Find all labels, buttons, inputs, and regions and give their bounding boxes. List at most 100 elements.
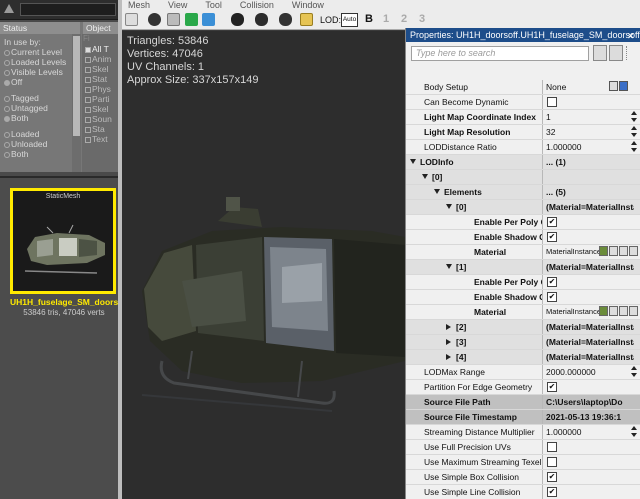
browse-icon[interactable] [609,246,618,256]
status-column-header[interactable]: Status [0,22,80,34]
property-row[interactable]: LODMax Range 2000.000000 [406,365,640,380]
tag-option[interactable]: Untagged [0,103,72,113]
column-divider[interactable] [542,335,543,349]
column-divider[interactable] [542,170,543,184]
property-value[interactable]: 2000.000000 [546,365,634,379]
property-checkbox[interactable]: ✔ [547,217,557,227]
menu-view[interactable]: View [168,1,187,10]
property-value[interactable]: 2021-05-13 19:36:1 [546,410,634,424]
column-divider[interactable] [542,95,543,109]
object-type-option[interactable]: Parti [82,94,118,104]
object-type-option[interactable]: Skel [82,104,118,114]
property-checkbox[interactable] [547,97,557,107]
close-icon[interactable]: ✕ [627,29,637,41]
in-use-option[interactable]: Off [0,77,72,87]
browse-icon[interactable] [609,306,618,316]
expand-arrow-icon[interactable] [446,324,451,330]
property-row[interactable]: Light Map Resolution 32 [406,125,640,140]
lod-1-button[interactable]: 1 [383,13,389,25]
collision-icon[interactable] [185,13,198,26]
clear-search-icon[interactable] [609,45,623,61]
column-divider[interactable] [542,230,543,244]
object-type-column-header[interactable]: Object [83,22,118,34]
spinner-arrows-icon[interactable] [631,111,638,123]
column-divider[interactable] [542,290,543,304]
menu-tool[interactable]: Tool [205,1,222,10]
property-value[interactable]: 1.000000 [546,140,634,154]
load-option[interactable]: Both [0,149,72,159]
view-mode-icon[interactable] [231,13,244,26]
object-type-option[interactable]: Soun [82,114,118,124]
properties-search-input[interactable]: Type here to search [411,46,589,61]
spinner-arrows-icon[interactable] [631,426,638,438]
in-use-option[interactable]: Current Level [0,47,72,57]
wireframe-icon[interactable] [148,13,161,26]
load-option[interactable]: Unloaded [0,139,72,149]
clear-icon[interactable] [619,246,628,256]
camera-icon[interactable] [279,13,292,26]
all-types-checkbox[interactable]: All T [82,44,118,54]
property-row[interactable]: LODInfo ... (1) [406,155,640,170]
property-row[interactable]: Material MaterialInstanceConstant [406,245,640,260]
spinner-arrows-icon[interactable] [631,366,638,378]
property-value[interactable]: MaterialInstanceConstant [546,245,602,259]
property-checkbox[interactable]: ✔ [547,232,557,242]
spinner-arrows-icon[interactable] [631,126,638,138]
object-type-option[interactable]: Anim [82,54,118,64]
property-row[interactable]: Use Full Precision UVs [406,440,640,455]
property-checkbox[interactable]: ✔ [547,472,557,482]
column-divider[interactable] [542,440,543,454]
asset-thumbnail[interactable]: StaticMesh [10,188,116,294]
column-divider[interactable] [542,395,543,409]
property-row[interactable]: Enable Shadow Cast ✔ [406,290,640,305]
column-divider[interactable] [542,185,543,199]
browser-search-input[interactable] [20,3,116,16]
checkbox-icon[interactable] [85,76,91,83]
use-selected-icon[interactable] [599,306,608,316]
object-type-option[interactable]: Text [82,134,118,144]
object-type-option[interactable]: Phys [82,84,118,94]
property-row[interactable]: Elements ... (5) [406,185,640,200]
radio-icon[interactable] [4,141,10,148]
lod-base-button[interactable]: B [365,13,373,25]
property-row[interactable]: [2] (Material=MaterialInstan [406,320,640,335]
property-value[interactable]: 32 [546,125,634,139]
property-row[interactable]: Enable Shadow Cast ✔ [406,230,640,245]
column-divider[interactable] [542,425,543,439]
property-row[interactable]: Use Simple Line Collision ✔ [406,485,640,499]
checkbox-icon[interactable] [85,126,91,133]
in-use-option[interactable]: Visible Levels [0,67,72,77]
load-option[interactable]: Loaded [0,129,72,139]
property-checkbox[interactable] [547,442,557,452]
spinner-arrows-icon[interactable] [631,141,638,153]
lod-3-button[interactable]: 3 [419,13,425,25]
property-row[interactable]: Enable Per Poly Coll ✔ [406,275,640,290]
collapse-arrow-icon[interactable] [446,264,452,269]
checkbox-icon[interactable] [85,116,91,123]
radio-icon[interactable] [4,59,10,66]
lighting-mode-icon[interactable] [255,13,268,26]
property-row[interactable]: Enable Per Poly Coll ✔ [406,215,640,230]
column-divider[interactable] [542,380,543,394]
column-divider[interactable] [542,485,543,499]
radio-icon[interactable] [4,69,10,76]
column-divider[interactable] [542,80,543,94]
generate-uv-icon[interactable] [300,13,313,26]
mesh-viewport[interactable]: Triangles: 53846 Vertices: 47046 UV Chan… [122,31,405,499]
object-type-option[interactable]: Stat [82,74,118,84]
column-divider[interactable] [542,200,543,214]
expand-arrow-icon[interactable] [446,339,451,345]
normals-icon[interactable] [202,13,215,26]
property-row[interactable]: [3] (Material=MaterialInstan [406,335,640,350]
radio-icon[interactable] [4,115,10,122]
column-divider[interactable] [542,215,543,229]
column-divider[interactable] [542,260,543,274]
column-divider[interactable] [542,110,543,124]
column-divider[interactable] [542,320,543,334]
clear-icon[interactable] [619,306,628,316]
use-selected-icon[interactable] [599,246,608,256]
column-divider[interactable] [542,350,543,364]
property-row[interactable]: [1] (Material=MaterialInstan [406,260,640,275]
property-row[interactable]: Material MaterialInstanceConstant [406,305,640,320]
radio-icon[interactable] [4,151,10,158]
